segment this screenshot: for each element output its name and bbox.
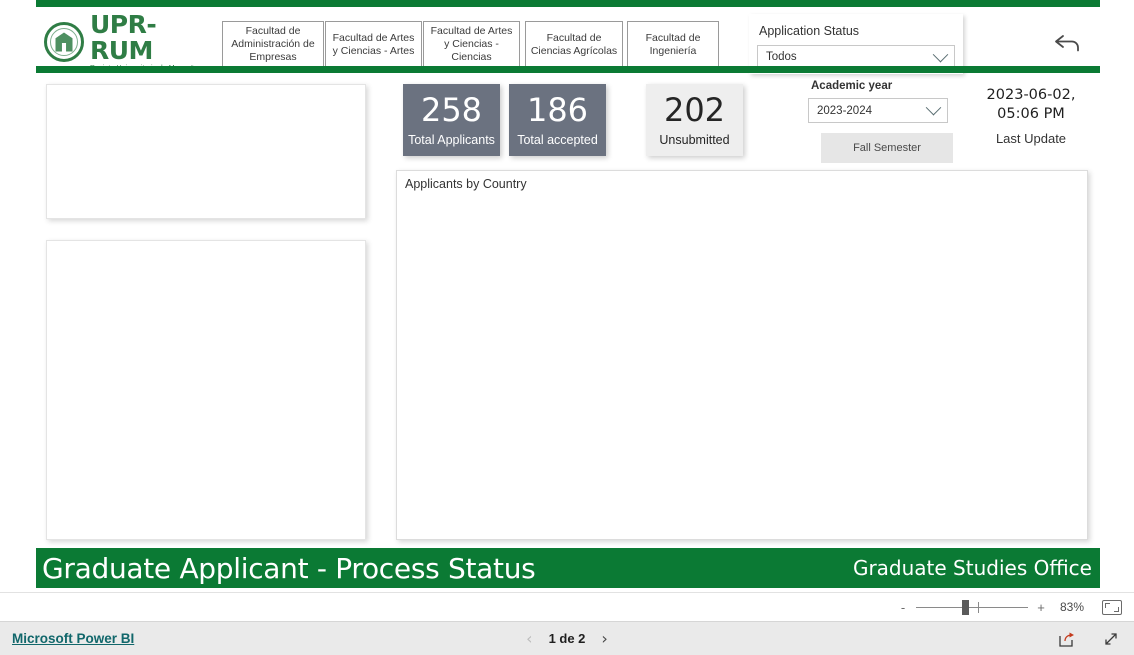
kpi-value-total-accepted: 186 — [526, 90, 589, 129]
zoom-status-bar: - + 83% — [0, 592, 1134, 621]
logo-name: UPR-RUM — [90, 9, 157, 65]
last-update-date: 2023-06-02, — [986, 87, 1076, 103]
applicants-by-country-visual[interactable]: Applicants by Country — [396, 170, 1088, 540]
page-indicator: 1 de 2 — [548, 631, 586, 646]
faculty-button-administracion-de-empresas[interactable]: Facultad de Administración de Empresas — [222, 21, 324, 68]
report-header: UPR-RUM Recinto Universitario de Mayagüe… — [36, 7, 1100, 74]
empty-visual-top[interactable] — [46, 84, 366, 219]
application-status-label: Application Status — [759, 24, 860, 38]
kpi-card-total-accepted[interactable]: 186 Total accepted — [509, 84, 606, 156]
academic-year-value: 2023-2024 — [817, 104, 872, 117]
zoom-slider-tick — [978, 601, 979, 613]
kpi-label-unsubmitted: Unsubmitted — [659, 132, 730, 147]
kpi-card-total-applicants[interactable]: 258 Total Applicants — [403, 84, 500, 156]
report-footer-banner: Graduate Applicant - Process Status Grad… — [36, 548, 1100, 588]
last-update-card: 2023-06-02, 05:06 PM Last Update — [966, 86, 1096, 146]
zoom-slider[interactable] — [916, 599, 1028, 615]
faculty-button-ingenieria[interactable]: Facultad de Ingeniería — [627, 21, 719, 68]
academic-year-dropdown[interactable]: 2023-2024 — [808, 98, 948, 123]
zoom-in-button[interactable]: + — [1036, 600, 1046, 615]
power-bi-report-viewer: UPR-RUM Recinto Universitario de Mayagüe… — [0, 0, 1134, 655]
kpi-card-unsubmitted[interactable]: 202 Unsubmitted — [646, 84, 743, 156]
header-divider-green-bar — [36, 66, 1100, 73]
application-status-slicer: Application Status Todos — [749, 14, 963, 74]
back-arrow-glyph — [1055, 35, 1079, 52]
kpi-value-unsubmitted: 202 — [663, 90, 726, 129]
applicants-by-country-title: Applicants by Country — [405, 177, 527, 191]
kpi-value-total-applicants: 258 — [420, 90, 483, 129]
application-status-value: Todos — [766, 51, 797, 63]
faculty-button-artes-y-ciencias-artes[interactable]: Facultad de Artes y Ciencias - Artes — [325, 21, 422, 68]
zoom-slider-handle[interactable] — [962, 599, 969, 615]
zoom-out-button[interactable]: - — [898, 600, 908, 615]
last-update-time: 05:06 PM — [997, 106, 1065, 122]
chevron-left-icon[interactable]: ‹ — [526, 630, 532, 647]
empty-visual-bottom[interactable] — [46, 240, 366, 540]
zoom-percent-label: 83% — [1059, 600, 1084, 614]
university-seal-icon — [44, 22, 84, 62]
faculty-button-ciencias-agricolas[interactable]: Facultad de Ciencias Agrícolas — [525, 21, 623, 68]
chevron-down-icon — [925, 99, 942, 116]
upr-rum-logo: UPR-RUM Recinto Universitario de Mayagüe… — [44, 11, 214, 72]
kpi-label-total-applicants: Total Applicants — [408, 132, 495, 147]
academic-year-label: Academic year — [811, 80, 893, 92]
back-arrow-icon[interactable] — [1046, 21, 1090, 63]
chevron-down-icon — [932, 46, 949, 62]
power-bi-footer: Microsoft Power BI ‹ 1 de 2 › — [0, 621, 1134, 655]
chevron-right-icon[interactable]: › — [601, 630, 607, 647]
fit-to-page-icon[interactable] — [1102, 599, 1122, 615]
logo-text: UPR-RUM Recinto Universitario de Mayagüe… — [90, 9, 214, 72]
kpi-label-total-accepted: Total accepted — [517, 132, 598, 147]
report-canvas: UPR-RUM Recinto Universitario de Mayagüe… — [36, 0, 1100, 592]
page-title: Graduate Applicant - Process Status — [42, 551, 536, 585]
office-name: Graduate Studies Office — [852, 556, 1092, 580]
faculty-button-artes-y-ciencias-ciencias[interactable]: Facultad de Artes y Ciencias - Ciencias — [423, 21, 520, 68]
page-navigation: ‹ 1 de 2 › — [0, 630, 1134, 647]
fall-semester-button[interactable]: Fall Semester — [821, 133, 953, 163]
top-green-bar — [36, 0, 1100, 7]
last-update-caption: Last Update — [995, 131, 1067, 146]
seal-ring — [50, 28, 78, 56]
zoom-controls: - + 83% — [898, 599, 1122, 615]
